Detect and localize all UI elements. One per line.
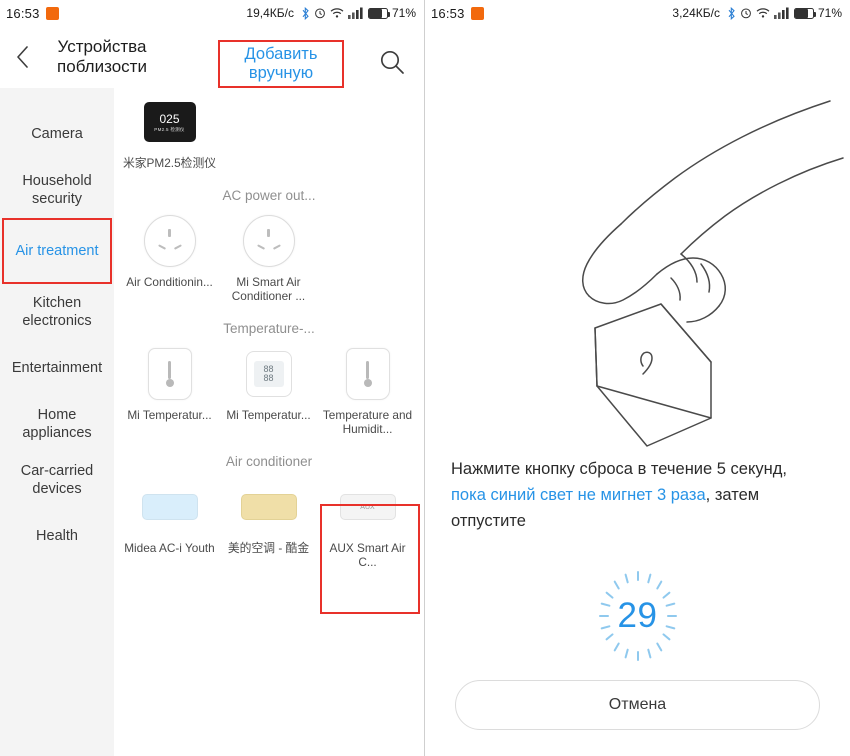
- cancel-button-label: Отмена: [608, 696, 667, 713]
- search-icon[interactable]: [372, 42, 412, 82]
- data-rate-label: 3,24КБ/c: [672, 6, 720, 20]
- device-tile-aux-smart-air-c[interactable]: AUX AUX Smart Air C...: [318, 473, 417, 573]
- lcd-thermometer-icon: 88 88: [241, 346, 297, 402]
- notification-icon: [470, 6, 484, 20]
- device-tile-mi-temperature-1[interactable]: Mi Temperatur...: [120, 340, 219, 440]
- page-title: Устройства поблизости: [57, 37, 147, 76]
- sidebar-label: Household security: [22, 173, 92, 207]
- device-row-temperature: Mi Temperatur... 88 88 Mi Temperatur... T…: [120, 340, 418, 440]
- power-socket-icon: [241, 213, 297, 269]
- countdown-area: 29: [425, 568, 850, 664]
- status-time: 16:53: [431, 5, 465, 21]
- wifi-icon: [756, 7, 770, 19]
- device-row-partial: 025 PM2.5 检测仪 米家PM2.5检测仪: [120, 88, 418, 174]
- section-title-temperature: Temperature-...: [223, 321, 315, 336]
- sidebar-item-entertainment[interactable]: Entertainment: [0, 340, 114, 396]
- hand-pressing-reset-button-illustration: [425, 26, 850, 456]
- instruction-accent: пока синий свет не мигнет 3 раза: [451, 486, 706, 504]
- ac-brand-label: AUX: [360, 503, 375, 511]
- alarm-icon: [314, 7, 326, 19]
- sidebar-item-air-treatment[interactable]: Air treatment: [2, 218, 112, 284]
- sidebar-label: Camera: [31, 126, 83, 142]
- sidebar-label: Entertainment: [11, 360, 103, 376]
- device-row-ac-power: Air Conditionin... Mi Smart Air Conditio…: [120, 207, 418, 307]
- countdown-spinner: 29: [590, 568, 686, 664]
- wifi-icon: [330, 7, 344, 19]
- instruction-text: Нажмите кнопку сброса в течение 5 секунд…: [425, 456, 850, 534]
- sidebar-item-camera[interactable]: Camera: [0, 106, 114, 162]
- sidebar-item-kitchen-electronics[interactable]: Kitchen electronics: [0, 284, 114, 340]
- pm25-value: 025: [159, 111, 180, 126]
- battery-icon: [367, 7, 391, 19]
- signal-icon: [347, 7, 363, 19]
- cancel-button[interactable]: Отмена: [455, 680, 820, 730]
- thermometer-sensor-icon: [340, 346, 396, 402]
- bluetooth-icon: [301, 6, 310, 20]
- device-label: Mi Temperatur...: [127, 408, 212, 422]
- lcd-line2: 88: [263, 373, 274, 383]
- section-title-air-conditioner: Air conditioner: [225, 454, 313, 469]
- device-label: 米家PM2.5检测仪: [122, 156, 217, 170]
- device-label: Air Conditionin...: [126, 275, 213, 289]
- device-row-air-conditioner: Midea AC-i Youth 美的空调 - 酷金 AUX AUX Smart…: [120, 473, 418, 573]
- battery-percent: 71%: [817, 6, 842, 20]
- alarm-icon: [740, 7, 752, 19]
- device-label: Mi Smart Air Conditioner ...: [231, 275, 306, 303]
- notification-icon: [45, 6, 59, 20]
- status-time: 16:53: [6, 5, 40, 21]
- right-phone-screen: 16:53 3,24КБ/c 71% Нажмите кнопку сброса…: [425, 0, 850, 756]
- back-arrow-icon[interactable]: [0, 33, 44, 81]
- power-socket-icon: [142, 213, 198, 269]
- bluetooth-icon: [727, 6, 736, 20]
- sidebar-label: Air treatment: [15, 243, 99, 259]
- sidebar-item-home-appliances[interactable]: Home appliances: [0, 396, 114, 452]
- sidebar-label: Kitchen electronics: [22, 295, 92, 329]
- device-tile-midea-gold[interactable]: 美的空调 - 酷金: [219, 473, 318, 573]
- left-status-bar: 16:53 19,4КБ/c 71%: [0, 0, 424, 26]
- sidebar-item-health[interactable]: Health: [0, 508, 114, 564]
- left-phone-screen: 16:53 19,4КБ/c 71% Устройства поблизости…: [0, 0, 425, 756]
- device-label: Mi Temperatur...: [226, 408, 311, 422]
- device-label: AUX Smart Air C...: [329, 541, 406, 569]
- device-tile-temperature-and-humidity[interactable]: Temperature and Humidit...: [318, 340, 417, 440]
- sidebar-label: Health: [36, 528, 78, 544]
- device-label: Midea AC-i Youth: [124, 541, 215, 555]
- sidebar-label: Home appliances: [22, 407, 92, 441]
- instruction-part-1: Нажмите кнопку сброса в течение 5 секунд…: [451, 460, 787, 478]
- battery-percent: 71%: [391, 6, 416, 20]
- sidebar-item-household-security[interactable]: Household security: [0, 162, 114, 218]
- device-tile-pm25[interactable]: 025 PM2.5 检测仪 米家PM2.5检测仪: [120, 88, 219, 174]
- pm25-sub: PM2.5 检测仪: [154, 126, 185, 132]
- device-tile-air-conditioning-socket[interactable]: Air Conditionin...: [120, 207, 219, 307]
- air-conditioner-icon: [141, 479, 198, 535]
- device-label: 美的空调 - 酷金: [227, 541, 310, 555]
- battery-icon: [793, 7, 817, 19]
- device-label: Temperature and Humidit...: [322, 408, 413, 436]
- thermometer-sensor-icon: [142, 346, 198, 402]
- air-conditioner-icon: AUX: [339, 479, 396, 535]
- left-content-body: Camera Household security Air treatment …: [0, 88, 424, 756]
- device-grid: 025 PM2.5 检测仪 米家PM2.5检测仪 AC power out...: [114, 88, 424, 756]
- spinner-ticks-icon: [598, 571, 677, 661]
- data-rate-label: 19,4КБ/c: [246, 6, 294, 20]
- right-status-bar: 16:53 3,24КБ/c 71%: [425, 0, 850, 26]
- add-manually-highlight-box: Добавить вручную: [218, 40, 344, 88]
- signal-icon: [773, 7, 789, 19]
- left-app-header: Устройства поблизости Добавить вручную: [0, 26, 424, 88]
- category-sidebar: Camera Household security Air treatment …: [0, 88, 114, 756]
- device-tile-midea-ac-i-youth[interactable]: Midea AC-i Youth: [120, 473, 219, 573]
- sidebar-item-car-carried-devices[interactable]: Car-carried devices: [0, 452, 114, 508]
- section-title-ac-power-outlet: AC power out...: [222, 188, 316, 203]
- device-tile-mi-smart-air-conditioner-socket[interactable]: Mi Smart Air Conditioner ...: [219, 207, 318, 307]
- dual-screenshot-container: 16:53 19,4КБ/c 71% Устройства поблизости…: [0, 0, 850, 756]
- add-manually-button[interactable]: Добавить вручную: [220, 45, 342, 83]
- pm25-detector-icon: 025 PM2.5 检测仪: [142, 94, 198, 150]
- device-tile-mi-temperature-2[interactable]: 88 88 Mi Temperatur...: [219, 340, 318, 440]
- air-conditioner-icon: [240, 479, 297, 535]
- sidebar-label: Car-carried devices: [20, 463, 94, 497]
